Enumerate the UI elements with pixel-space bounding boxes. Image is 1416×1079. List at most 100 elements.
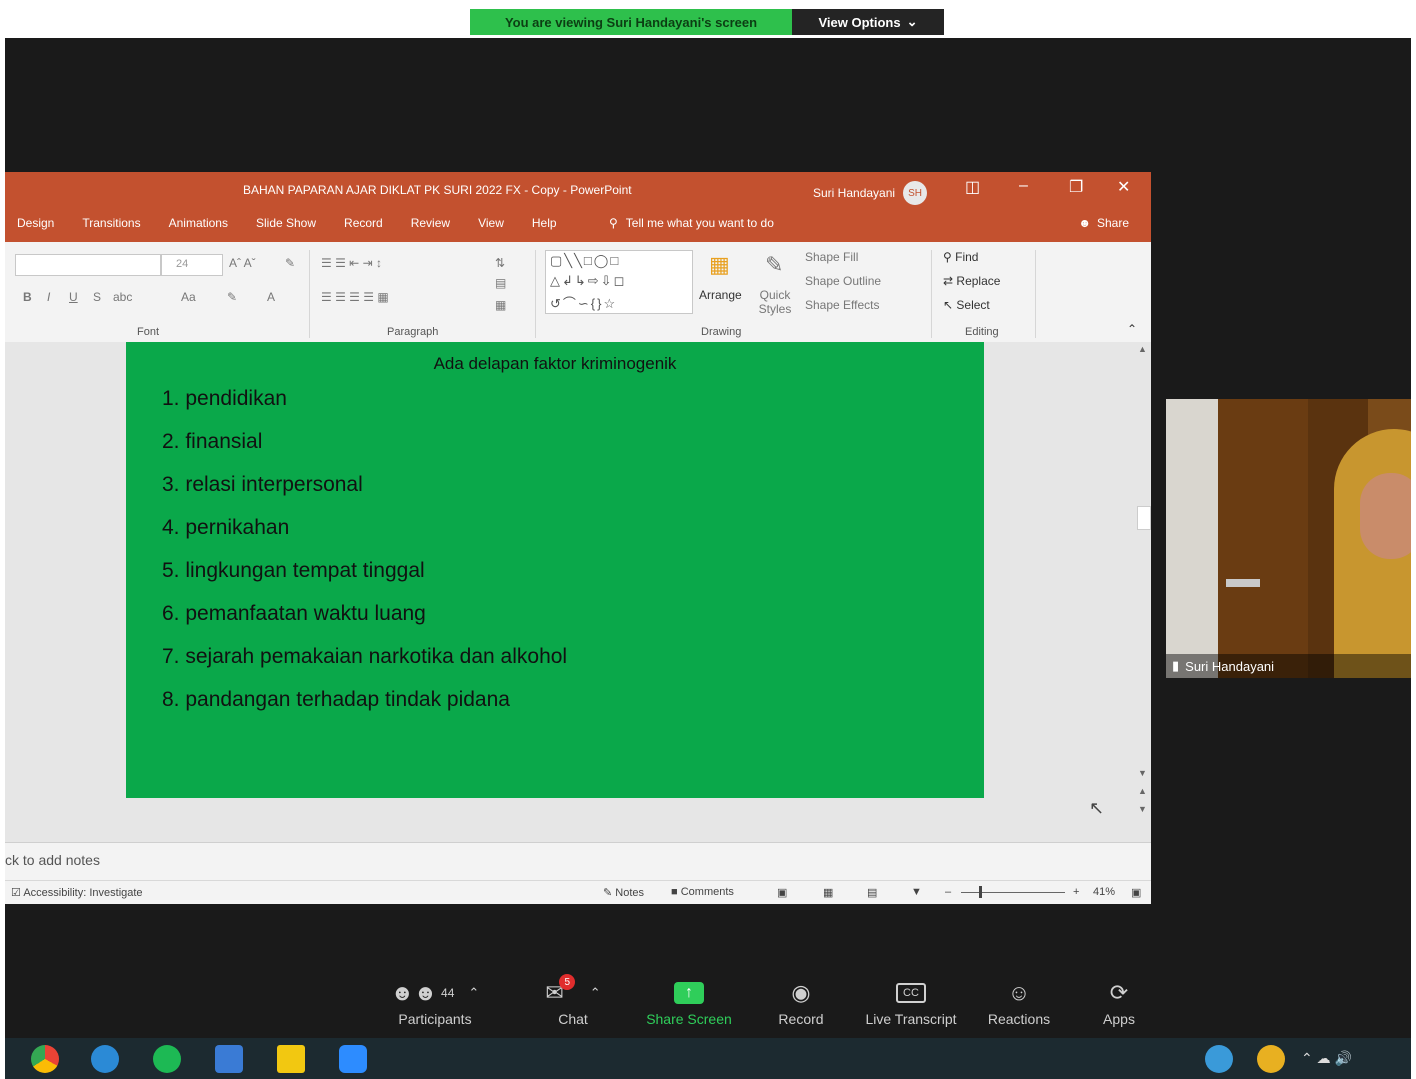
group-divider [931,250,932,338]
tab-help[interactable]: Help [532,216,557,230]
clear-format-icon[interactable]: ✎ [285,256,295,270]
quick-styles-icon: ✎ [765,252,784,277]
participants-icon: ☻☻ [390,980,438,1005]
align-icon[interactable]: ☰ ☰ ☰ ☰ ▦ [321,290,389,304]
italic-icon[interactable]: I [47,290,50,304]
collapse-ribbon-icon[interactable]: ⌃ [1127,322,1137,336]
group-divider [309,250,310,338]
next-slide-icon[interactable]: ▼ [1138,804,1147,814]
find-label: Find [955,250,979,264]
previous-slide-icon[interactable]: ▲ [1138,786,1147,796]
cc-icon: CC [896,983,926,1003]
mail-icon[interactable] [215,1045,243,1073]
shape-effects-button[interactable]: Shape Effects [805,298,880,312]
chat-badge: 5 [559,974,576,990]
font-name-box[interactable] [15,254,161,276]
list-item: 8. pandangan terhadap tindak pidana [162,688,510,711]
sticky-notes-icon[interactable] [277,1045,305,1073]
ribbon-display-icon[interactable]: ◫ [965,177,980,197]
reactions-button[interactable]: ☺ Reactions [964,975,1074,1027]
chrome-icon[interactable] [31,1045,59,1073]
share-screen-button[interactable]: ↑ Share Screen [634,975,744,1027]
view-options-button[interactable]: View Options ⌄ [792,9,944,35]
reading-view-icon[interactable]: ▤ [867,886,877,899]
ppt-titlebar: BAHAN PAPARAN AJAR DIKLAT PK SURI 2022 F… [5,172,1151,242]
arrange-button[interactable]: Arrange [699,288,742,302]
avatar: SH [903,181,928,205]
zoom-app-icon[interactable] [339,1045,367,1073]
tab-design[interactable]: Design [17,216,54,230]
notes-pane[interactable]: ck to add notes [5,842,1151,881]
shape-outline-button[interactable]: Shape Outline [805,274,881,288]
arrange-icon: ▦ [709,252,730,277]
share-button[interactable]: ☻ Share [1078,216,1129,230]
zoom-slider[interactable] [961,892,1065,893]
notes-toggle[interactable]: ✎ Notes [603,886,644,899]
bold-icon[interactable]: B [23,290,32,304]
bullets-icon[interactable]: ☰ ☰ ⇤ ⇥ ↕ [321,256,382,270]
align-text-icon[interactable]: ▤ [495,276,506,290]
ppt-user[interactable]: Suri Handayani SH [813,181,928,205]
screen-share-banner: You are viewing Suri Handayani's screen … [470,9,944,35]
accessibility-status[interactable]: ☑ Accessibility: Investigate [11,886,143,899]
slide-canvas[interactable]: Ada delapan faktor kriminogenik 1. pendi… [126,342,984,798]
minimize-icon[interactable]: – [1019,177,1028,195]
chevron-up-icon[interactable]: ⌃ [468,985,479,1001]
participant-video[interactable]: ▮ Suri Handayani [1166,399,1411,678]
slide-sorter-icon[interactable]: ▦ [823,886,833,899]
shadow-icon[interactable]: S [93,290,101,304]
normal-view-icon[interactable]: ▣ [777,886,787,899]
list-item: 4. pernikahan [162,516,290,539]
scroll-down-icon[interactable]: ▼ [1138,768,1147,778]
quick-styles-button[interactable]: Quick Styles [755,288,795,316]
help-icon[interactable] [1205,1045,1233,1073]
slideshow-view-icon[interactable]: ▼ [911,886,922,898]
highlight-icon[interactable]: ✎ [227,290,237,304]
video-background [1226,579,1260,587]
shapes-gallery[interactable]: ▢╲╲□◯□ △↲↳⇨⇩◻ ↺⌒∽{}☆ [545,250,693,314]
live-transcript-button[interactable]: CC Live Transcript [856,975,966,1027]
find-button[interactable]: ⚲ Find [943,250,978,264]
restore-icon[interactable]: ❐ [1069,177,1083,197]
vertical-scrollbar[interactable]: ▲ ▼ ▲ ▼ [1135,342,1151,842]
fit-slide-icon[interactable]: ▣ [1131,886,1141,899]
tab-transitions[interactable]: Transitions [82,216,140,230]
scroll-up-icon[interactable]: ▲ [1138,344,1147,354]
close-icon[interactable]: ✕ [1117,177,1130,197]
tell-me-search[interactable]: ⚲ Tell me what you want to do [609,216,774,230]
zoom-slider-thumb[interactable] [979,886,982,898]
slide-editor: Ada delapan faktor kriminogenik 1. pendi… [5,342,1135,842]
tab-animations[interactable]: Animations [169,216,228,230]
weather-icon[interactable] [1257,1045,1285,1073]
tab-slide-show[interactable]: Slide Show [256,216,316,230]
comments-toggle[interactable]: ■ Comments [671,886,734,898]
select-button[interactable]: ↖ Select [943,298,990,312]
font-color-icon[interactable]: A [267,290,275,304]
record-button[interactable]: ◉ Record [746,975,856,1027]
zoom-out-icon[interactable]: – [945,886,951,898]
grow-font-icon[interactable]: Aˆ Aˇ [229,256,256,270]
smartart-icon[interactable]: ▦ [495,298,506,312]
system-tray-icons[interactable]: ⌃ ☁ 🔊 [1301,1050,1352,1067]
chat-button[interactable]: ✉ 5 ⌃ Chat [518,974,628,1027]
spotify-icon[interactable] [153,1045,181,1073]
font-size-box[interactable]: 24 [161,254,223,276]
text-direction-icon[interactable]: ⇅ [495,256,505,270]
shape-fill-button[interactable]: Shape Fill [805,250,858,264]
zoom-in-icon[interactable]: + [1073,886,1079,898]
chat-label: Chat [558,1011,588,1027]
chevron-up-icon[interactable]: ⌃ [590,985,601,1001]
participant-name: Suri Handayani [1185,658,1275,674]
tab-view[interactable]: View [478,216,504,230]
change-case-icon[interactable]: Aa [181,290,196,304]
edge-icon[interactable] [91,1045,119,1073]
strikethrough-icon[interactable]: abc [113,290,132,304]
scrollbar-thumb[interactable] [1137,506,1151,530]
replace-button[interactable]: ⇄ Replace [943,274,1000,288]
apps-button[interactable]: ⟳ Apps [1064,975,1174,1027]
tab-record[interactable]: Record [344,216,383,230]
zoom-level[interactable]: 41% [1093,886,1115,898]
underline-icon[interactable]: U [69,290,78,304]
participants-button[interactable]: ☻☻ 44 ⌃ Participants [380,975,490,1027]
tab-review[interactable]: Review [411,216,450,230]
